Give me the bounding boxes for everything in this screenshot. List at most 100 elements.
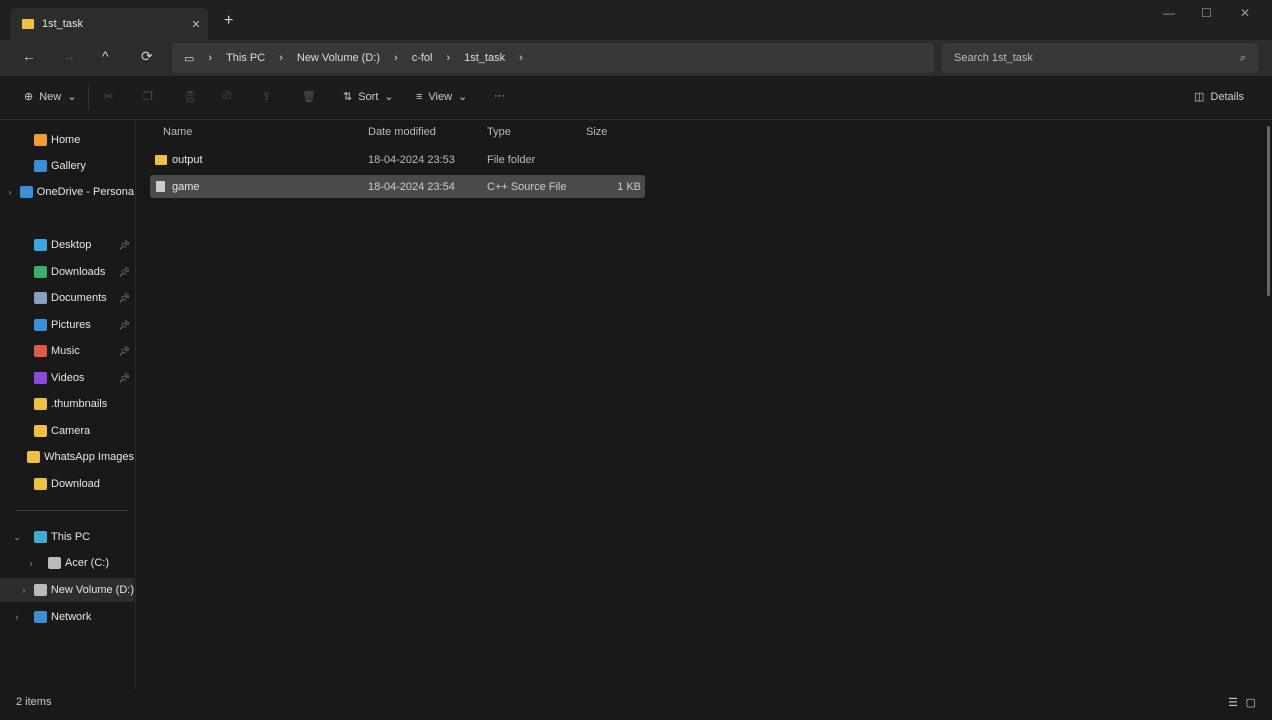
- sidebar-item-thumbnails[interactable]: .thumbnails: [0, 392, 134, 416]
- sidebar-item-label: Music: [51, 345, 80, 357]
- sort-icon: ⇅: [343, 91, 353, 103]
- sidebar-item-label: Acer (C:): [65, 557, 109, 569]
- tiles-view-icon[interactable]: ▢: [1246, 696, 1256, 709]
- plus-circle-icon: ⊕: [24, 91, 34, 103]
- up-button[interactable]: ^: [102, 48, 109, 64]
- sidebar-item-download[interactable]: Download: [0, 472, 134, 496]
- breadcrumb-1st-task[interactable]: 1st_task: [464, 52, 505, 64]
- sidebar-item-label: Videos: [51, 372, 85, 384]
- folder-icon: [155, 154, 167, 165]
- pin-icon: 📌︎: [118, 292, 130, 303]
- share-icon[interactable]: ⇪: [262, 90, 271, 103]
- status-bar: 2 items ☰ ▢: [0, 690, 1272, 720]
- sidebar-item-acer-c[interactable]: › Acer (C:): [0, 551, 134, 575]
- sidebar-item-label: Network: [51, 611, 92, 623]
- minimize-button[interactable]: —: [1163, 6, 1175, 20]
- close-tab-icon[interactable]: ✕: [184, 18, 208, 31]
- sort-button[interactable]: ⇅ Sort ⌄: [343, 90, 394, 104]
- navigation-bar: ← → ^ ⟳ ▭ › This PC › New Volume (D:) › c-f…: [0, 40, 1272, 76]
- column-date-modified[interactable]: Date modified: [368, 126, 436, 138]
- expand-chevron-icon[interactable]: ›: [14, 585, 34, 595]
- sidebar-item-label: Camera: [51, 425, 91, 437]
- breadcrumb-this-pc[interactable]: This PC: [226, 52, 265, 64]
- pin-icon: 📌︎: [118, 345, 130, 356]
- refresh-button[interactable]: ⟳: [141, 48, 153, 65]
- details-view-icon[interactable]: ☰: [1228, 696, 1238, 709]
- close-window-button[interactable]: ✕: [1240, 6, 1250, 20]
- forward-button[interactable]: →: [62, 48, 76, 64]
- sidebar-item-label: .thumbnails: [51, 398, 108, 410]
- gallery-icon: [34, 160, 47, 172]
- new-tab-button[interactable]: +: [224, 12, 233, 30]
- details-pane-icon: ◫: [1194, 91, 1205, 103]
- monitor-icon: ▭: [184, 52, 195, 65]
- expand-chevron-icon[interactable]: ›: [0, 187, 20, 197]
- expand-chevron-icon[interactable]: ›: [0, 612, 34, 622]
- sidebar-item-label: Gallery: [51, 160, 86, 172]
- column-type[interactable]: Type: [487, 126, 511, 138]
- onedrive-persona-icon: [19, 186, 33, 198]
- expand-chevron-icon[interactable]: ⌄: [0, 532, 34, 543]
- tab-1st-task[interactable]: 1st_task ✕: [10, 8, 208, 40]
- sidebar-item-new-volume-d[interactable]: › New Volume (D:): [0, 578, 134, 602]
- sort-label: Sort: [358, 90, 379, 103]
- expand-chevron-icon[interactable]: ›: [14, 558, 48, 568]
- breadcrumb-c-fol[interactable]: c-fol: [412, 52, 433, 64]
- sidebar-item-this-pc[interactable]: ⌄ This PC: [0, 525, 134, 549]
- sidebar-item-network[interactable]: › Network: [0, 605, 134, 629]
- title-bar: 1st_task ✕ + — ☐ ✕: [0, 0, 1272, 40]
- navigation-pane: Home Gallery › OneDrive - Persona Desktop 📌︎ D…: [0, 121, 136, 689]
- sidebar-item-pictures[interactable]: Pictures 📌︎: [0, 313, 134, 337]
- sidebar-item-downloads[interactable]: Downloads 📌︎: [0, 260, 134, 284]
- this-pc-icon: [34, 531, 47, 543]
- sidebar-item-music[interactable]: Music 📌︎: [0, 339, 134, 363]
- pin-icon: 📌︎: [118, 319, 130, 330]
- maximize-button[interactable]: ☐: [1201, 6, 1212, 20]
- new-label: New: [39, 90, 62, 103]
- sidebar-item-gallery[interactable]: Gallery: [0, 154, 134, 178]
- view-label: View: [428, 90, 453, 103]
- sidebar-item-label: Desktop: [51, 239, 92, 251]
- pin-icon: 📌︎: [118, 239, 130, 250]
- details-label: Details: [1210, 90, 1245, 103]
- sidebar-item-home[interactable]: Home: [0, 128, 134, 152]
- new-button[interactable]: ⊕ New ⌄: [24, 90, 76, 104]
- copy-icon[interactable]: ❐: [143, 90, 153, 103]
- file-row-game[interactable]: game 18-04-2024 23:54 C++ Source File 1 …: [150, 175, 645, 198]
- file-row-output[interactable]: output 18-04-2024 23:53 File folder: [150, 148, 645, 171]
- sidebar-item-camera[interactable]: Camera: [0, 419, 134, 443]
- download-icon: [34, 478, 47, 490]
- file-type: C++ Source File: [487, 180, 567, 193]
- -thumbnails-icon: [34, 398, 47, 410]
- file-size: 1 KB: [617, 180, 641, 193]
- paste-icon[interactable]: 📋︎: [183, 90, 197, 103]
- vertical-scrollbar[interactable]: [1267, 126, 1270, 296]
- sidebar-item-label: OneDrive - Persona: [36, 186, 134, 198]
- network-icon: [34, 611, 47, 623]
- item-count: 2 items: [16, 696, 52, 708]
- delete-icon[interactable]: 🗑︎: [302, 90, 316, 103]
- view-button[interactable]: ≡ View ⌄: [416, 90, 467, 104]
- sidebar-item-videos[interactable]: Videos 📌︎: [0, 366, 134, 390]
- home-icon: [34, 134, 47, 146]
- search-input[interactable]: Search 1st_task ⌕: [942, 43, 1258, 73]
- details-button[interactable]: ◫ Details: [1194, 90, 1245, 104]
- cut-icon[interactable]: ✂: [104, 90, 113, 103]
- rename-icon[interactable]: ⎚: [222, 90, 231, 103]
- view-icon: ≡: [416, 90, 423, 103]
- sidebar-item-documents[interactable]: Documents 📌︎: [0, 286, 134, 310]
- address-bar[interactable]: ▭ › This PC › New Volume (D:) › c-fol › 1st_…: [172, 43, 934, 73]
- sidebar-item-label: New Volume (D:): [50, 584, 134, 596]
- downloads-icon: [34, 266, 47, 278]
- more-button[interactable]: ···: [494, 90, 505, 102]
- sidebar-item-onedrive-persona[interactable]: › OneDrive - Persona: [0, 180, 134, 204]
- camera-icon: [34, 425, 47, 437]
- sidebar-item-whatsapp-images[interactable]: WhatsApp Images: [0, 445, 134, 469]
- back-button[interactable]: ←: [22, 48, 36, 64]
- file-date: 18-04-2024 23:53: [368, 153, 455, 166]
- column-size[interactable]: Size: [586, 126, 607, 138]
- breadcrumb-new-volume[interactable]: New Volume (D:): [297, 52, 380, 64]
- file-name: game: [172, 180, 200, 193]
- sidebar-item-desktop[interactable]: Desktop 📌︎: [0, 233, 134, 257]
- column-name[interactable]: Name: [163, 126, 192, 138]
